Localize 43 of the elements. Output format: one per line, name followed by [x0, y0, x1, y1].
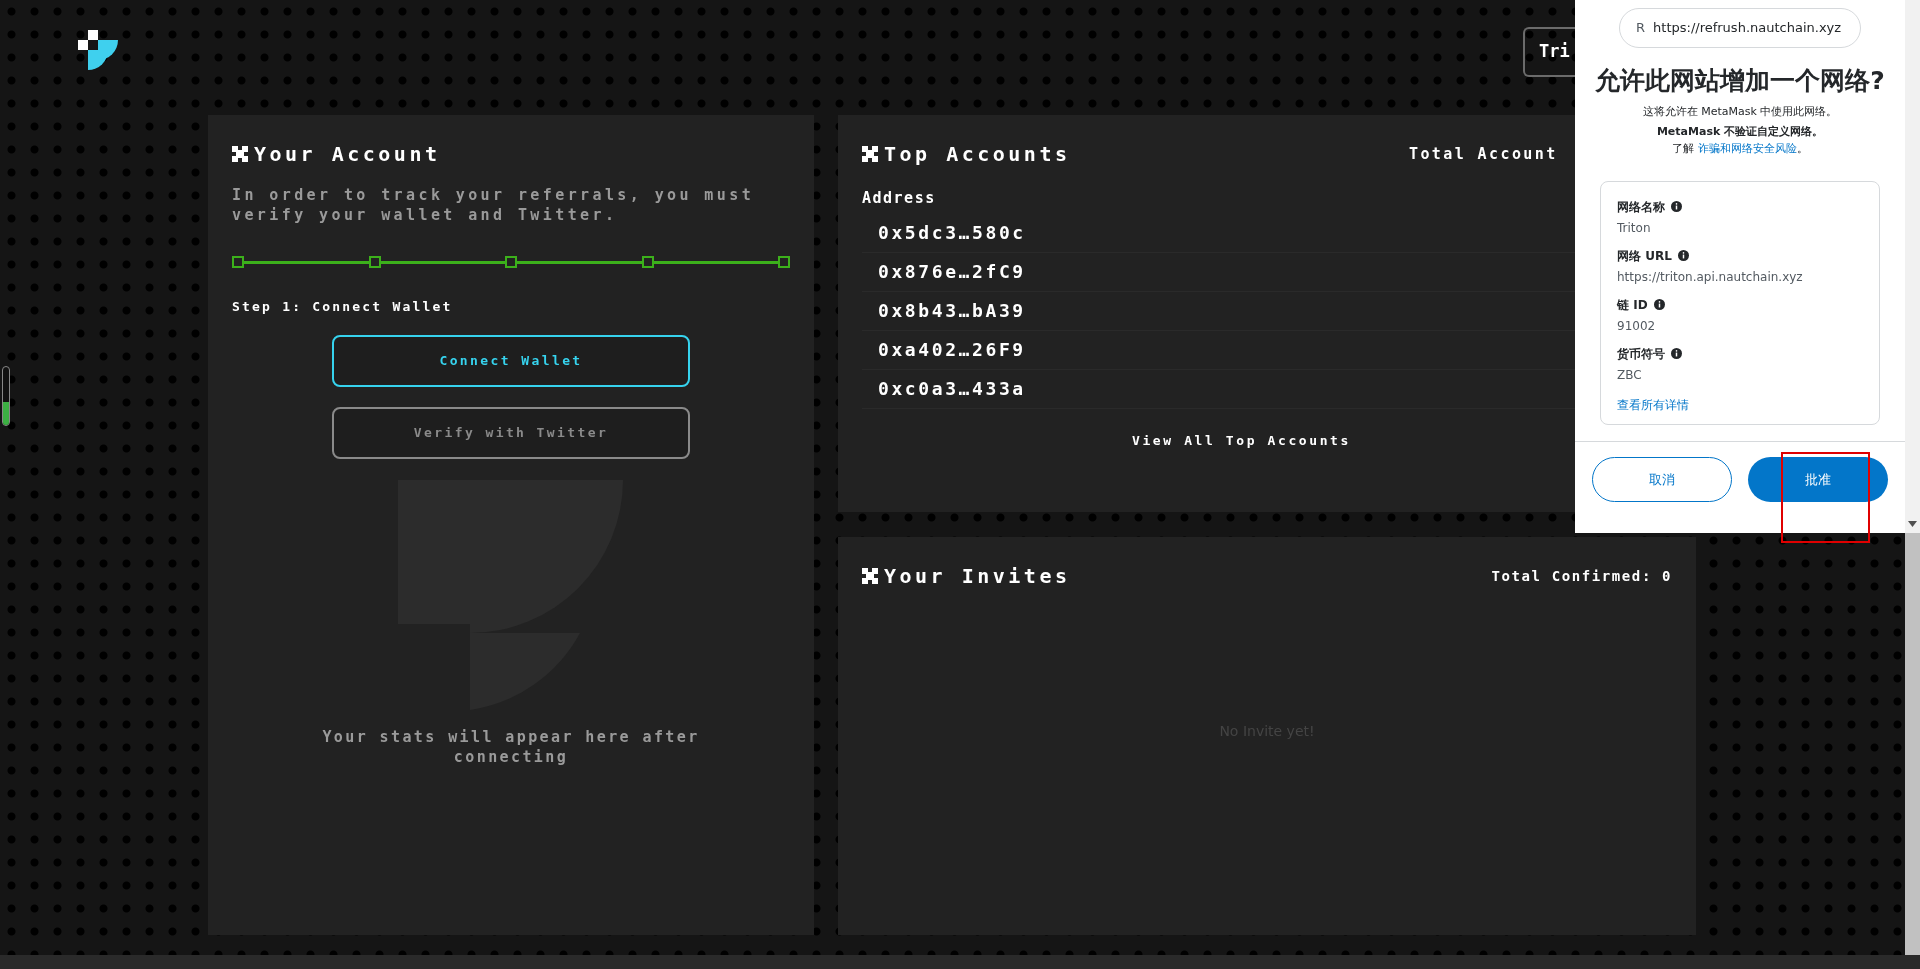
- column-header: Address: [862, 188, 936, 209]
- approve-button[interactable]: 批准: [1748, 457, 1888, 502]
- field-value: 91002: [1617, 318, 1657, 335]
- info-icon[interactable]: [1671, 201, 1682, 212]
- panel-title: Top Accounts: [884, 141, 1071, 168]
- info-icon[interactable]: [1653, 299, 1665, 310]
- stats-message: Your stats will appear here after connecting: [321, 726, 701, 767]
- field-value: Triton: [1617, 220, 1652, 237]
- panel-title: Your Account: [254, 141, 441, 168]
- pixel-cross-icon: [862, 146, 878, 162]
- view-all-link[interactable]: View All Top Accounts: [1132, 430, 1351, 450]
- site-initial: R: [1636, 19, 1646, 38]
- total-accounts-label: Total Account: [1409, 143, 1559, 165]
- account-address: 0xc0a3…433a: [878, 377, 1026, 401]
- description-text: In order to track your referrals, you must verify your wallet and Twitter.: [232, 185, 756, 225]
- field-value: ZBC: [1617, 367, 1643, 384]
- step-label: Step 1: Connect Wallet: [232, 298, 454, 316]
- view-details-link[interactable]: 查看所有详情: [1617, 396, 1863, 414]
- scroll-down-icon[interactable]: [1908, 521, 1917, 527]
- logo-icon[interactable]: [78, 30, 118, 70]
- warning-text: MetaMask 不验证自定义网络。: [1656, 124, 1824, 140]
- account-address: 0x5dc3…580c: [878, 221, 1026, 245]
- dialog-subtitle: 这将允许在 MetaMask 中使用此网络。: [1642, 103, 1838, 120]
- info-icon[interactable]: [1677, 250, 1689, 261]
- page-scrollbar[interactable]: [1905, 533, 1920, 955]
- account-address: 0xa402…26F9: [878, 338, 1026, 362]
- learn-more-text: 了解 诈骗和网络安全风险。: [1672, 140, 1808, 157]
- panel-title: Your Invites: [884, 563, 1071, 590]
- account-address: 0x876e…2fC9: [878, 260, 1026, 284]
- pixel-cross-icon: [232, 146, 248, 162]
- field-value: https://triton.api.nautchain.xyz: [1617, 269, 1804, 286]
- field-label: 货币符号: [1617, 345, 1665, 363]
- dialog-title: 允许此网站增加一个网络?: [1595, 65, 1885, 97]
- site-url: https://refrush.nautchain.xyz: [1653, 19, 1842, 38]
- connect-button[interactable]: Connect Wallet: [332, 334, 690, 387]
- total-confirmed-label: Total Confirmed: 0: [1491, 566, 1672, 586]
- account-address: 0x8b43…bA39: [878, 299, 1026, 323]
- pixel-cross-icon: [862, 568, 878, 584]
- field-label: 网络 URL: [1617, 247, 1672, 265]
- field-label: 链 ID: [1617, 296, 1648, 314]
- info-icon[interactable]: [1671, 348, 1682, 359]
- risk-link[interactable]: 诈骗和网络安全风险: [1697, 141, 1797, 155]
- field-label: 网络名称: [1617, 198, 1665, 216]
